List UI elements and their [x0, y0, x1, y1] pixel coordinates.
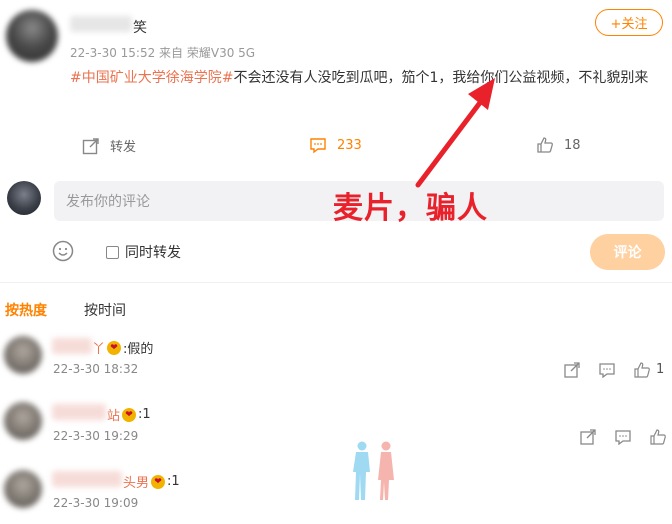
- repost-icon: [82, 137, 99, 154]
- comment-input-placeholder: 发布你的评论: [66, 194, 150, 210]
- commenter-avatar[interactable]: [4, 336, 42, 374]
- post-text: #中国矿业大学徐海学院#不会还没有人没吃到瓜吧，笳个1，我给你们公益视频，不礼貌…: [70, 66, 660, 90]
- checkbox-box[interactable]: [106, 245, 119, 259]
- commenter-avatar[interactable]: [4, 402, 42, 440]
- comment-text: :假的: [123, 342, 154, 357]
- commenter-name[interactable]: 头男: [123, 472, 149, 491]
- fan-badge-icon: ❤: [122, 407, 137, 422]
- author-name-redacted[interactable]: [70, 16, 132, 32]
- repost-action[interactable]: 转发: [82, 136, 136, 155]
- repost-checkbox-label: 同时转发: [125, 245, 181, 261]
- repost-icon[interactable]: [564, 362, 580, 378]
- repost-icon[interactable]: [580, 429, 596, 445]
- comment-icon: [310, 138, 326, 154]
- comment-time: 22-3-30 19:29: [53, 429, 139, 443]
- sort-by-hot-tab[interactable]: 按热度: [5, 300, 47, 320]
- author-name[interactable]: 笑: [133, 17, 147, 37]
- commenter-avatar[interactable]: [4, 470, 42, 508]
- submit-comment-button[interactable]: 评论: [590, 234, 665, 270]
- reply-icon[interactable]: [615, 429, 631, 445]
- sort-by-time-tab[interactable]: 按时间: [84, 300, 126, 320]
- reply-icon[interactable]: [599, 362, 615, 378]
- follow-button[interactable]: +关注: [595, 9, 663, 36]
- commenter-name[interactable]: 丫: [92, 338, 105, 357]
- comment-line: 丫 ❤ :假的: [92, 338, 153, 357]
- commenter-name[interactable]: 站: [107, 405, 120, 424]
- current-user-avatar[interactable]: [7, 181, 41, 215]
- commenter-name-redacted[interactable]: [52, 404, 106, 420]
- author-avatar[interactable]: [6, 10, 58, 62]
- thumbs-up-icon: [537, 137, 553, 153]
- comment-text: :1: [138, 407, 151, 422]
- comment-like-count: 1: [656, 362, 665, 377]
- like-action[interactable]: 18: [536, 136, 581, 154]
- emoji-icon[interactable]: [52, 240, 74, 262]
- thumbs-up-icon[interactable]: [634, 362, 650, 378]
- fan-badge-icon: ❤: [151, 474, 166, 489]
- couple-watermark-icon: [353, 441, 394, 500]
- comment-time: 22-3-30 19:09: [53, 496, 139, 510]
- annotation-arrow-icon: [415, 78, 495, 188]
- post-meta: 22-3-30 15:52 来自 荣耀V30 5G: [70, 46, 256, 60]
- fan-badge-icon: ❤: [107, 340, 122, 355]
- annotation-text: 麦片，骗人: [333, 191, 488, 226]
- comment-line: 头男 ❤ :1: [123, 472, 180, 491]
- divider: [0, 282, 672, 283]
- comment-line: 站 ❤ :1: [107, 405, 151, 424]
- comment-action[interactable]: 233: [309, 136, 362, 154]
- comment-count: 233: [337, 137, 362, 153]
- commenter-name-redacted[interactable]: [52, 471, 122, 487]
- like-count: 18: [564, 137, 581, 153]
- commenter-name-redacted[interactable]: [52, 338, 92, 354]
- comment-text: :1: [167, 474, 180, 489]
- repost-label: 转发: [110, 140, 137, 155]
- thumbs-up-icon[interactable]: [650, 429, 666, 445]
- comment-time: 22-3-30 18:32: [53, 362, 139, 376]
- repost-checkbox[interactable]: 同时转发: [106, 242, 181, 262]
- topic-link[interactable]: #中国矿业大学徐海学院#: [70, 70, 233, 86]
